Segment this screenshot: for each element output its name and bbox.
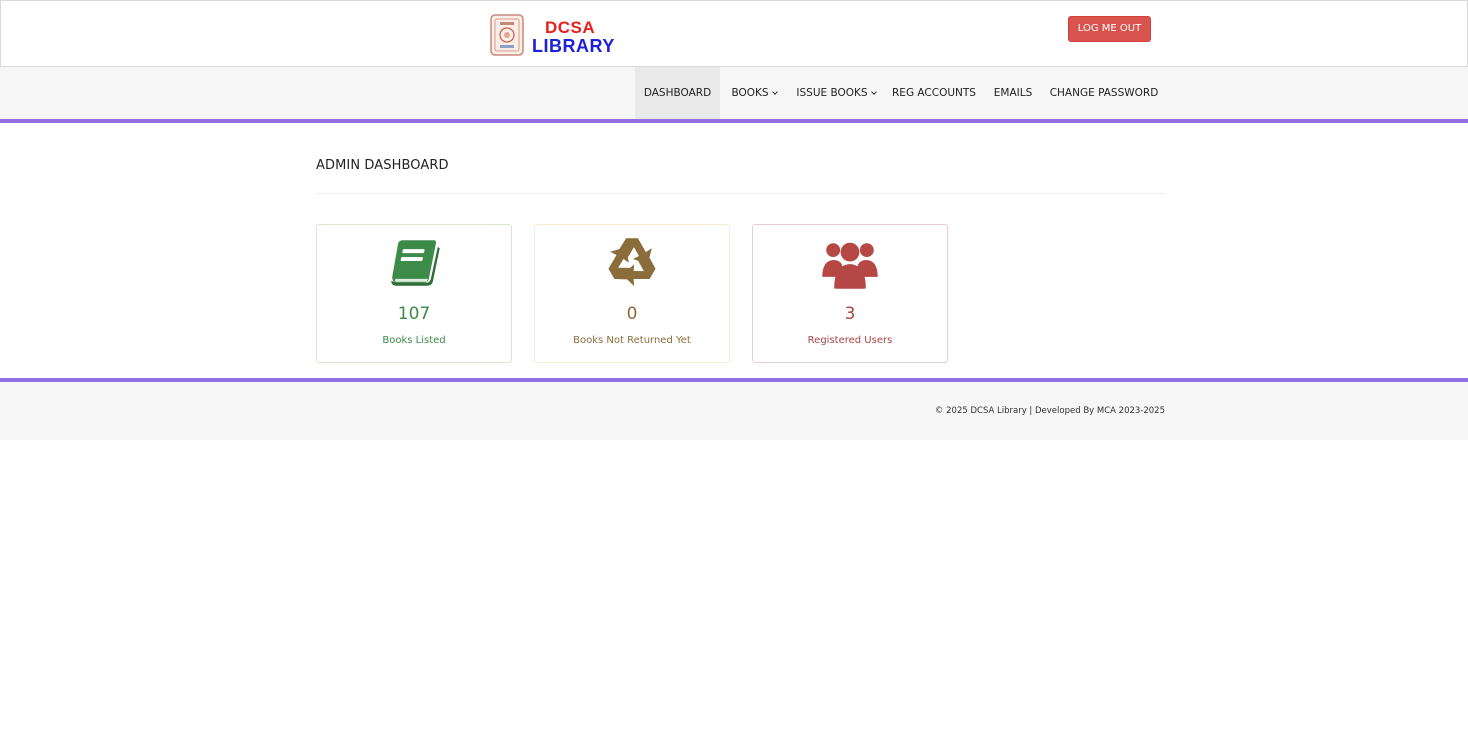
users-icon xyxy=(822,242,878,289)
footer-copyright: © 2025 DCSA Library | Developed By MCA 2… xyxy=(934,406,1165,416)
books-not-returned-label: Books Not Returned Yet xyxy=(573,335,691,346)
nav-dashboard-label: DASHBOARD xyxy=(643,87,712,99)
nav-books[interactable]: BOOKS xyxy=(721,67,787,119)
stat-card-books-listed[interactable]: 107 Books Listed xyxy=(316,224,512,363)
nav-emails-label: EMAILS xyxy=(993,87,1033,99)
nav-reg-accounts[interactable]: REG ACCOUNTS xyxy=(886,67,982,119)
stat-card-books-not-returned[interactable]: 0 Books Not Returned Yet xyxy=(534,224,730,363)
logo-title-dcsa: DCSA xyxy=(545,18,596,37)
seal-icon xyxy=(490,14,524,56)
books-listed-count: 107 xyxy=(397,304,431,324)
nav-change-password[interactable]: CHANGE PASSWORD xyxy=(1044,67,1164,119)
books-not-returned-count: 0 xyxy=(626,304,638,324)
top-header xyxy=(0,0,1468,67)
registered-users-label: Registered Users xyxy=(807,335,893,346)
page-title: ADMIN DASHBOARD xyxy=(316,158,449,173)
nav-change-password-label: CHANGE PASSWORD xyxy=(1049,87,1159,99)
recycle-icon xyxy=(608,238,656,287)
book-icon xyxy=(391,240,440,286)
nav-accent-rule xyxy=(0,119,1468,123)
chevron-down-icon xyxy=(870,89,877,95)
logout-button[interactable]: LOG ME OUT xyxy=(1068,16,1151,42)
nav-dashboard[interactable]: DASHBOARD xyxy=(635,67,720,119)
site-logo[interactable]: DCSA LIBRARY xyxy=(490,10,614,60)
logo-title-library: LIBRARY xyxy=(532,36,615,56)
registered-users-count: 3 xyxy=(844,304,856,324)
nav-emails[interactable]: EMAILS xyxy=(985,67,1041,119)
nav-issue-books-label: ISSUE BOOKS xyxy=(796,87,868,99)
nav-books-label: BOOKS xyxy=(731,87,769,99)
books-listed-label: Books Listed xyxy=(382,335,446,346)
nav-issue-books[interactable]: ISSUE BOOKS xyxy=(788,67,884,119)
page-footer xyxy=(0,382,1468,440)
stat-card-registered-users[interactable]: 3 Registered Users xyxy=(752,224,948,363)
chevron-down-icon xyxy=(771,89,778,95)
nav-reg-accounts-label: REG ACCOUNTS xyxy=(892,87,976,99)
title-divider xyxy=(316,193,1166,194)
